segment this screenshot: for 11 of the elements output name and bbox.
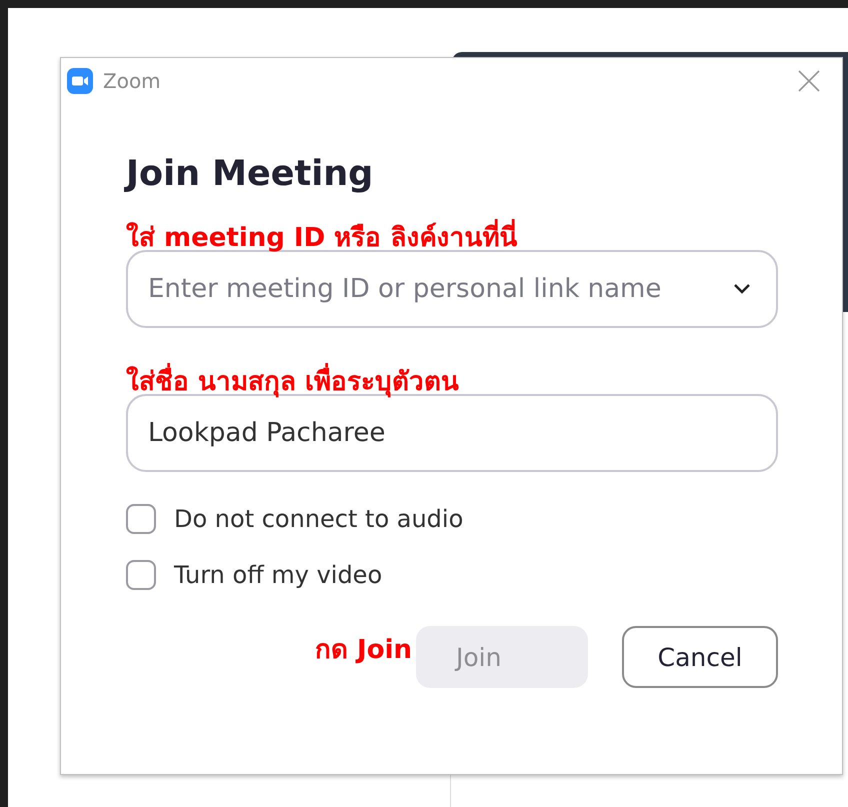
close-button[interactable] (796, 68, 822, 94)
dialog-heading: Join Meeting (126, 154, 374, 194)
checkbox[interactable] (126, 560, 156, 590)
chevron-down-icon[interactable] (732, 282, 752, 296)
window-title: Zoom (103, 69, 161, 93)
cancel-button[interactable]: Cancel (622, 626, 778, 688)
annotation-text: กด Join (314, 634, 412, 666)
checkbox-label: Do not connect to audio (174, 505, 464, 533)
checkbox-label: Turn off my video (174, 561, 382, 589)
video-camera-icon (67, 68, 93, 94)
checkbox[interactable] (126, 504, 156, 534)
